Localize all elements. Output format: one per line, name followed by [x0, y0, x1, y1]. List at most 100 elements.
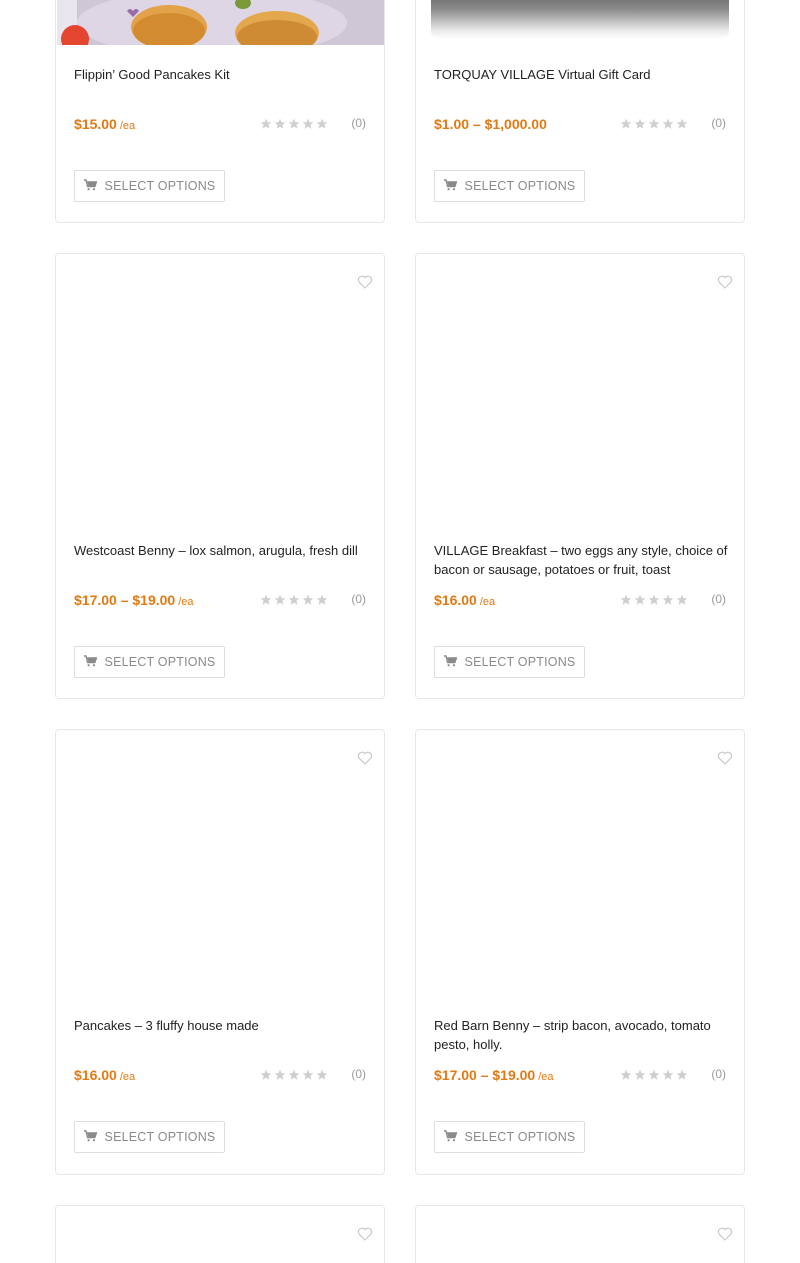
button-label: SELECT OPTIONS — [464, 1130, 576, 1144]
product-title[interactable]: VILLAGE Breakfast – two eggs any style, … — [434, 541, 728, 579]
star-icon — [648, 1069, 660, 1080]
product-title[interactable]: Flippin’ Good Pancakes Kit — [74, 65, 368, 84]
star-icon — [648, 594, 660, 605]
select-options-button[interactable]: SELECT OPTIONS — [434, 1121, 585, 1153]
product-price: $17.00 – $19.00/ea — [74, 592, 194, 608]
cart-icon — [83, 654, 97, 670]
product-card — [55, 1205, 385, 1263]
rating-count: (0) — [351, 116, 366, 130]
cart-icon — [443, 654, 457, 670]
star-icon — [662, 594, 674, 605]
cart-icon — [83, 178, 97, 194]
cart-icon — [443, 178, 457, 194]
star-icon — [634, 118, 646, 129]
cart-icon — [443, 1129, 457, 1145]
star-icon — [648, 118, 660, 129]
product-image[interactable] — [431, 0, 729, 39]
star-icon — [288, 118, 300, 129]
wishlist-heart-icon[interactable] — [717, 750, 733, 766]
price-unit: /ea — [538, 1071, 554, 1083]
wishlist-heart-icon[interactable] — [357, 1226, 373, 1242]
rating-count: (0) — [351, 1067, 366, 1081]
price-row: $17.00 – $19.00/ea (0) — [74, 592, 366, 612]
rating-stars — [620, 118, 688, 130]
product-image[interactable] — [56, 730, 384, 1000]
product-image[interactable] — [56, 1206, 384, 1263]
price-unit: /ea — [178, 596, 194, 608]
star-icon — [634, 1069, 646, 1080]
rating-stars — [260, 118, 328, 130]
price-value: $16.00 — [74, 1067, 117, 1083]
star-icon — [302, 118, 314, 129]
star-icon — [288, 594, 300, 605]
product-title[interactable]: Westcoast Benny – lox salmon, arugula, f… — [74, 541, 368, 560]
rating-count: (0) — [711, 592, 726, 606]
price-value: $17.00 – $19.00 — [434, 1067, 536, 1083]
star-icon — [274, 118, 286, 129]
rating-stars — [260, 594, 328, 606]
product-card: Westcoast Benny – lox salmon, arugula, f… — [55, 253, 385, 699]
select-options-button[interactable]: SELECT OPTIONS — [74, 1121, 225, 1153]
star-icon — [260, 594, 272, 605]
star-icon — [620, 594, 632, 605]
star-icon — [302, 1069, 314, 1080]
product-card: Flippin’ Good Pancakes Kit $15.00/ea (0)… — [55, 0, 385, 223]
star-icon — [302, 594, 314, 605]
product-card: Red Barn Benny – strip bacon, avocado, t… — [415, 729, 745, 1175]
button-label: SELECT OPTIONS — [104, 179, 216, 193]
product-title[interactable]: Pancakes – 3 fluffy house made — [74, 1016, 368, 1035]
star-icon — [662, 118, 674, 129]
wishlist-heart-icon[interactable] — [717, 274, 733, 290]
star-icon — [676, 118, 688, 129]
select-options-button[interactable]: SELECT OPTIONS — [74, 646, 225, 678]
price-unit: /ea — [119, 1071, 136, 1083]
product-price: $1.00 – $1,000.00 — [434, 116, 550, 132]
rating-stars — [620, 594, 688, 606]
product-image[interactable] — [57, 0, 384, 45]
product-title[interactable]: TORQUAY VILLAGE Virtual Gift Card — [434, 65, 728, 84]
product-card: Pancakes – 3 fluffy house made $16.00/ea… — [55, 729, 385, 1175]
product-title[interactable]: Red Barn Benny – strip bacon, avocado, t… — [434, 1016, 728, 1054]
price-row: $1.00 – $1,000.00 (0) — [434, 116, 726, 136]
price-value: $16.00 — [434, 592, 477, 608]
product-card: VILLAGE Breakfast – two eggs any style, … — [415, 253, 745, 699]
rating-count: (0) — [351, 592, 366, 606]
star-icon — [274, 594, 286, 605]
product-price: $16.00/ea — [74, 1067, 135, 1083]
price-row: $15.00/ea (0) — [74, 116, 366, 136]
star-icon — [662, 1069, 674, 1080]
wishlist-heart-icon[interactable] — [717, 1226, 733, 1242]
wishlist-heart-icon[interactable] — [357, 274, 373, 290]
wishlist-heart-icon[interactable] — [357, 750, 373, 766]
star-icon — [620, 118, 632, 129]
product-image[interactable] — [56, 254, 384, 524]
select-options-button[interactable]: SELECT OPTIONS — [74, 170, 225, 202]
price-row: $16.00/ea (0) — [434, 592, 726, 612]
price-value: $15.00 — [74, 116, 117, 132]
product-image[interactable] — [416, 254, 744, 524]
star-icon — [676, 1069, 688, 1080]
cart-icon — [83, 1129, 97, 1145]
rating-stars — [620, 1069, 688, 1081]
star-icon — [620, 1069, 632, 1080]
product-price: $16.00/ea — [434, 592, 495, 608]
star-icon — [316, 1069, 328, 1080]
rating-stars — [260, 1069, 328, 1081]
star-icon — [316, 118, 328, 129]
price-row: $17.00 – $19.00/ea (0) — [434, 1067, 726, 1087]
product-card: TORQUAY VILLAGE Virtual Gift Card $1.00 … — [415, 0, 745, 223]
button-label: SELECT OPTIONS — [464, 179, 576, 193]
rating-count: (0) — [711, 1067, 726, 1081]
product-price: $15.00/ea — [74, 116, 135, 132]
star-icon — [634, 594, 646, 605]
price-row: $16.00/ea (0) — [74, 1067, 366, 1087]
button-label: SELECT OPTIONS — [104, 655, 216, 669]
price-unit: /ea — [119, 120, 136, 132]
star-icon — [316, 594, 328, 605]
product-image[interactable] — [416, 1206, 744, 1263]
star-icon — [260, 1069, 272, 1080]
select-options-button[interactable]: SELECT OPTIONS — [434, 170, 585, 202]
product-image[interactable] — [416, 730, 744, 1000]
rating-count: (0) — [711, 116, 726, 130]
select-options-button[interactable]: SELECT OPTIONS — [434, 646, 585, 678]
